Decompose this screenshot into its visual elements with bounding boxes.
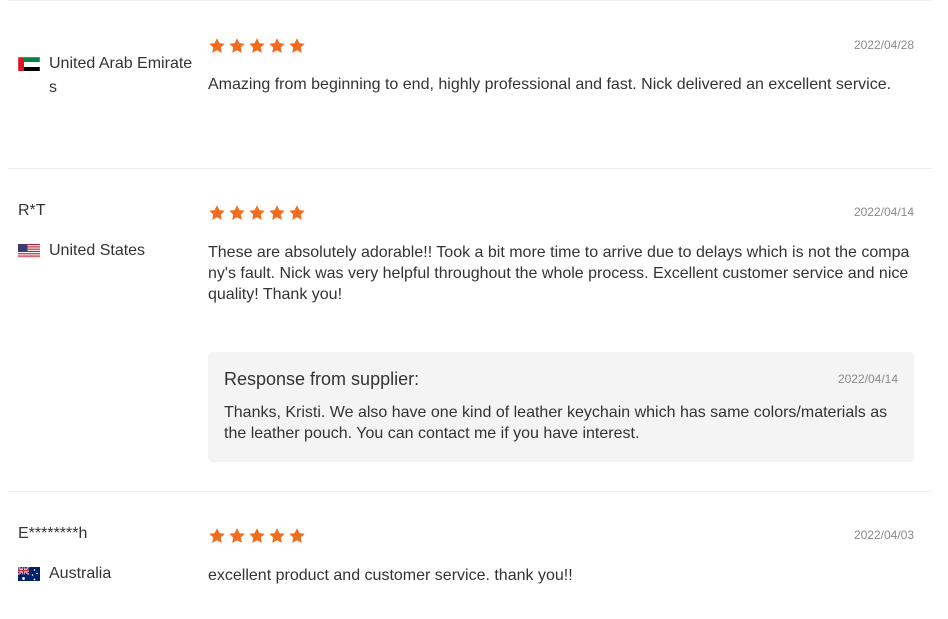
review-item: R*T United States 2022/04/14 These are a… <box>8 168 932 491</box>
review-list: United Arab Emirates 2022/04/28 Amazing … <box>0 0 948 619</box>
star-icon <box>209 528 225 543</box>
uae-flag-icon <box>18 56 40 71</box>
review-text: Amazing from beginning to end, highly pr… <box>208 76 892 93</box>
reviewer-country: United States <box>18 239 208 263</box>
star-icon <box>289 205 305 220</box>
review-item: United Arab Emirates 2022/04/28 Amazing … <box>8 0 932 168</box>
star-icon <box>229 205 245 220</box>
country-name: Australia <box>49 565 112 582</box>
review-date: 2022/04/14 <box>853 205 914 219</box>
reviewer-name: E********h <box>18 525 88 542</box>
rating-stars <box>208 204 914 224</box>
star-icon <box>289 528 305 543</box>
star-icon <box>209 205 225 220</box>
australia-flag-icon <box>18 566 40 581</box>
star-icon <box>249 528 265 543</box>
star-icon <box>269 38 285 53</box>
star-icon <box>289 38 305 53</box>
country-name: United States <box>49 242 146 259</box>
country-name: United Arab Emirates <box>49 55 193 96</box>
rating-stars <box>208 527 914 547</box>
star-icon <box>229 38 245 53</box>
supplier-response: Response from supplier: 2022/04/14 Thank… <box>208 352 914 462</box>
response-text: Thanks, Kristi. We also have one kind of… <box>224 404 888 442</box>
review-item: E********h Australia 2022/04/03 excellen… <box>8 491 932 619</box>
star-icon <box>269 528 285 543</box>
review-date: 2022/04/03 <box>853 528 914 542</box>
review-text: excellent product and customer service. … <box>208 567 573 584</box>
reviewer-name: R*T <box>18 202 46 219</box>
star-icon <box>229 528 245 543</box>
reviewer-country: United Arab Emirates <box>18 52 208 100</box>
star-icon <box>249 205 265 220</box>
review-content: 2022/04/14 These are absolutely adorable… <box>208 169 914 491</box>
response-date: 2022/04/14 <box>837 372 898 386</box>
review-text: These are absolutely adorable!! Took a b… <box>208 244 910 303</box>
rating-stars <box>208 37 914 57</box>
response-title: Response from supplier: <box>224 369 420 389</box>
star-icon <box>249 38 265 53</box>
review-content: 2022/04/28 Amazing from beginning to end… <box>208 1 914 168</box>
star-icon <box>269 205 285 220</box>
star-icon <box>209 38 225 53</box>
review-content: 2022/04/03 excellent product and custome… <box>208 492 914 619</box>
reviewer-country: Australia <box>18 562 208 586</box>
reviewer-info: United Arab Emirates <box>8 1 208 168</box>
us-flag-icon <box>18 243 40 258</box>
reviewer-info: R*T United States <box>8 169 208 491</box>
review-date: 2022/04/28 <box>853 38 914 52</box>
reviewer-info: E********h Australia <box>8 492 208 619</box>
